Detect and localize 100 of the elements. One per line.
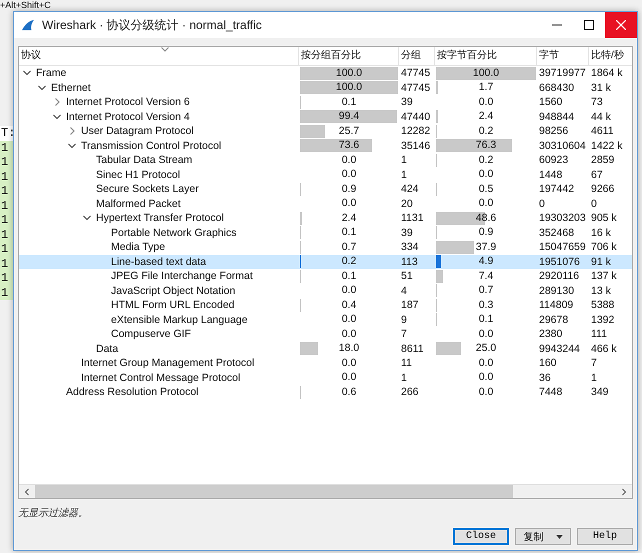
chevron-right-icon[interactable] — [53, 98, 61, 106]
chevron-down-icon[interactable] — [68, 142, 76, 150]
percent-value: 0.9 — [478, 226, 494, 240]
maximize-icon — [584, 20, 594, 30]
percent-value: 0.0 — [340, 313, 358, 326]
scroll-left-icon[interactable] — [24, 488, 30, 496]
table-row[interactable]: Secure Sockets Layer 0.9 424 0.5 197442 9266 — [19, 182, 632, 196]
percent-value: 0.0 — [478, 197, 494, 210]
chevron-down-icon[interactable] — [83, 214, 91, 222]
percent-value: 37.9 — [474, 240, 498, 254]
horizontal-scrollbar[interactable] — [19, 484, 632, 498]
scrollbar-thumb[interactable] — [35, 485, 513, 498]
percent-value: 48.6 — [474, 212, 498, 225]
percent-value: 0.0 — [478, 356, 494, 370]
minimize-icon — [552, 24, 562, 26]
protocol-name: Secure Sockets Layer — [96, 183, 199, 196]
table-row[interactable]: Tabular Data Stream 0.0 1 0.2 60923 2859 — [19, 153, 632, 168]
percent-value: 0.7 — [478, 284, 494, 298]
protocol-name: Internet Control Message Protocol — [81, 372, 240, 384]
dialog-button[interactable]: Close — [453, 528, 509, 545]
fin-icon — [21, 19, 35, 31]
protocol-name: HTML Form URL Encoded — [111, 299, 235, 312]
column-header[interactable]: 按字节百分比 — [435, 47, 537, 65]
table-cell-text: 1422 k — [590, 140, 624, 152]
table-cell-text: 15047659 — [538, 241, 587, 254]
protocol-name: Hypertext Transfer Protocol — [96, 212, 224, 224]
table-row[interactable]: Media Type 0.7 334 37.9 15047659 706 k — [19, 240, 632, 254]
percent-value: 2.4 — [478, 110, 494, 124]
chevron-down-icon[interactable] — [53, 112, 61, 121]
percent-value: 4.9 — [478, 255, 494, 268]
chevron-down-icon[interactable] — [38, 84, 46, 92]
column-header[interactable]: 按分组百分比 — [299, 47, 399, 65]
column-header[interactable]: 字节 — [537, 47, 589, 65]
table-row[interactable]: Malformed Packet 0.0 20 0.0 0 0 — [19, 196, 632, 211]
table-cell-text: 111 — [590, 328, 608, 340]
percent-value: 0.3 — [478, 298, 494, 312]
table-row[interactable]: Transmission Control Protocol 73.6 35146 76.3 30310604 1422 k — [19, 138, 632, 153]
table-row[interactable]: User Datagram Protocol 25.7 12282 0.2 98256 4611 — [19, 124, 632, 138]
percent-value: 25.7 — [338, 124, 360, 138]
table-cell-text: 35146 — [400, 140, 432, 152]
percent-value: 100.0 — [472, 66, 500, 80]
table-row[interactable]: eXtensible Markup Language 0.0 9 0.1 29678 1392 — [19, 312, 632, 327]
table-cell-text: 1864 k — [590, 67, 624, 80]
window-title: Wireshark · 协议分级统计 · normal_traffic — [42, 16, 262, 34]
table-cell-text: 1951076 — [538, 256, 581, 268]
status-text: 无显示过滤器。 — [18, 506, 89, 520]
table-row[interactable]: Internet Control Message Protocol 0.0 1 0.0 36 1 — [19, 370, 632, 385]
table-row[interactable]: Internet Group Management Protocol 0.0 11 0.0 160 7 — [19, 356, 632, 370]
table-row[interactable]: Hypertext Transfer Protocol 2.4 1131 48.6 19303203 905 k — [19, 211, 632, 226]
table-cell-text: 91 k — [590, 256, 612, 268]
table-row[interactable]: Internet Protocol Version 6 0.1 39 0.0 1560 73 — [19, 95, 632, 110]
table-row[interactable]: Frame 100.0 47745 100.0 39719977 1864 k — [19, 66, 632, 80]
close-button[interactable] — [605, 12, 637, 38]
scroll-right-icon[interactable] — [621, 488, 627, 496]
copy-dropdown-button[interactable]: 复制 — [515, 528, 571, 545]
table-cell-text: 289130 — [538, 284, 576, 297]
table-cell-text: 7448 — [538, 386, 564, 398]
table-cell-text: 2380 — [538, 328, 564, 340]
table-cell-text: 2859 — [590, 154, 616, 166]
dialog-button[interactable]: Help — [577, 528, 633, 545]
table-cell-text: 113 — [400, 256, 419, 268]
table-row[interactable]: Sinec H1 Protocol 0.0 1 0.0 1448 67 — [19, 168, 632, 182]
table-cell-text: 187 — [400, 299, 420, 312]
protocol-name: User Datagram Protocol — [81, 125, 194, 138]
table-row[interactable]: HTML Form URL Encoded 0.4 187 0.3 114809 5388 — [19, 298, 632, 312]
table-cell-text: 30310604 — [538, 140, 587, 152]
table-row[interactable]: JavaScript Object Notation 0.0 4 0.7 289130 13 k — [19, 284, 632, 298]
percent-value: 0.1 — [340, 226, 358, 240]
protocol-name: Internet Protocol Version 4 — [66, 110, 190, 123]
table-cell-text: 1 — [400, 154, 408, 166]
table-row[interactable]: Line-based text data 0.2 113 4.9 1951076 91 k — [19, 254, 632, 269]
chevron-right-icon[interactable] — [68, 127, 76, 136]
table-row[interactable]: Data 18.0 8611 25.0 9943244 466 k — [19, 342, 632, 356]
percent-value: 0.0 — [478, 371, 494, 384]
percent-value: 100.0 — [334, 81, 364, 94]
table-row[interactable]: Portable Network Graphics 0.1 39 0.9 352468 16 k — [19, 226, 632, 240]
table-cell-text: 9943244 — [538, 342, 581, 355]
protocol-name: Ethernet — [51, 82, 91, 94]
sort-indicator-icon — [161, 47, 169, 52]
percent-value: 0.1 — [478, 313, 494, 326]
percent-value: 18.0 — [338, 342, 360, 356]
table-cell-text: 39 — [400, 226, 414, 239]
column-header[interactable]: 协议 — [19, 47, 299, 65]
percent-value: 0.0 — [340, 356, 358, 370]
table-cell-text: 1560 — [538, 96, 564, 108]
table-row[interactable]: Internet Protocol Version 4 99.4 47440 2.4 948844 44 k — [19, 110, 632, 124]
chevron-down-icon[interactable] — [23, 69, 31, 78]
table-row[interactable]: Compuserve GIF 0.0 7 0.0 2380 111 — [19, 327, 632, 342]
protocol-name: JPEG File Interchange Format — [111, 270, 253, 282]
percent-value: 100.0 — [334, 66, 364, 80]
table-row[interactable]: Address Resolution Protocol 0.6 266 0.0 7448 349 — [19, 385, 632, 400]
table-row[interactable]: JPEG File Interchange Format 0.1 51 7.4 2920116 137 k — [19, 269, 632, 284]
column-header[interactable]: 比特/秒 — [589, 47, 630, 65]
table-cell-text: 424 — [400, 183, 420, 196]
percent-value: 0.0 — [340, 328, 358, 341]
background-text: +Alt+Shift+C — [0, 0, 51, 10]
table-cell-text: 8611 — [400, 342, 425, 355]
table-cell-text: 12282 — [400, 125, 432, 138]
table-row[interactable]: Ethernet 100.0 47745 1.7 668430 31 k — [19, 80, 632, 95]
column-header[interactable]: 分组 — [399, 47, 435, 65]
